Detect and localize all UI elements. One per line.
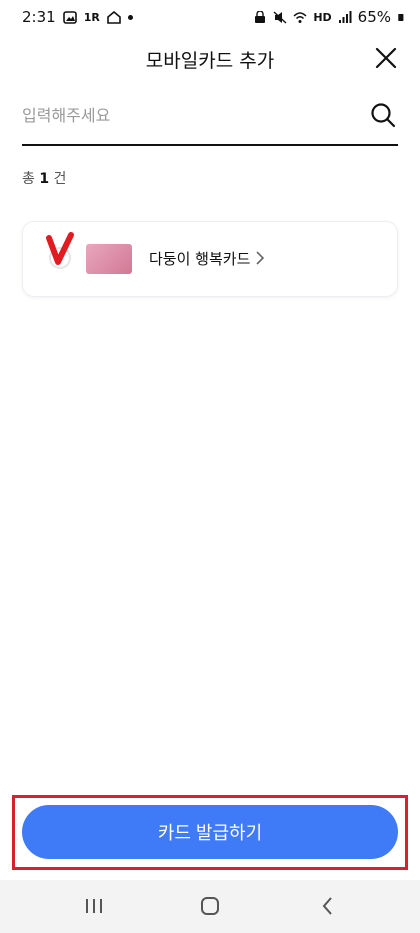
status-bar: 2:31 1R HD 65% — [0, 0, 420, 34]
back-icon[interactable] — [316, 894, 340, 918]
battery-icon — [398, 13, 404, 21]
close-icon[interactable] — [374, 46, 398, 70]
result-count-prefix: 총 — [22, 171, 35, 187]
result-count-number: 1 — [39, 171, 50, 187]
gallery-icon — [62, 10, 77, 24]
signal-icon — [338, 10, 352, 23]
issue-card-button[interactable]: 카드 발급하기 — [22, 805, 398, 859]
notification-dot — [127, 14, 133, 20]
result-count-suffix: 건 — [53, 171, 67, 187]
page-title: 모바일카드 추가 — [145, 50, 275, 72]
status-time: 2:31 — [22, 8, 56, 26]
lock-icon — [255, 10, 266, 23]
carrier-badge: 1R — [83, 10, 100, 24]
search-input[interactable] — [22, 96, 342, 134]
card-thumbnail — [86, 244, 132, 274]
recent-apps-icon[interactable] — [82, 894, 106, 918]
card-list-item[interactable]: 다둥이 행복카드 — [22, 221, 398, 297]
search-icon[interactable] — [370, 102, 396, 128]
search-bar — [22, 96, 398, 146]
wifi-icon — [293, 11, 307, 23]
system-nav-bar — [0, 880, 420, 933]
hd-voice-badge: HD — [313, 10, 332, 24]
battery-percent: 65% — [357, 8, 391, 26]
check-mark-icon — [46, 232, 74, 265]
result-count: 총 1 건 — [22, 168, 66, 188]
home-icon — [107, 10, 121, 24]
mute-icon — [273, 10, 287, 24]
home-button-icon[interactable] — [198, 894, 222, 918]
card-name: 다둥이 행복카드 — [149, 250, 251, 268]
chevron-right-icon — [256, 251, 265, 265]
header: 모바일카드 추가 — [0, 36, 420, 80]
